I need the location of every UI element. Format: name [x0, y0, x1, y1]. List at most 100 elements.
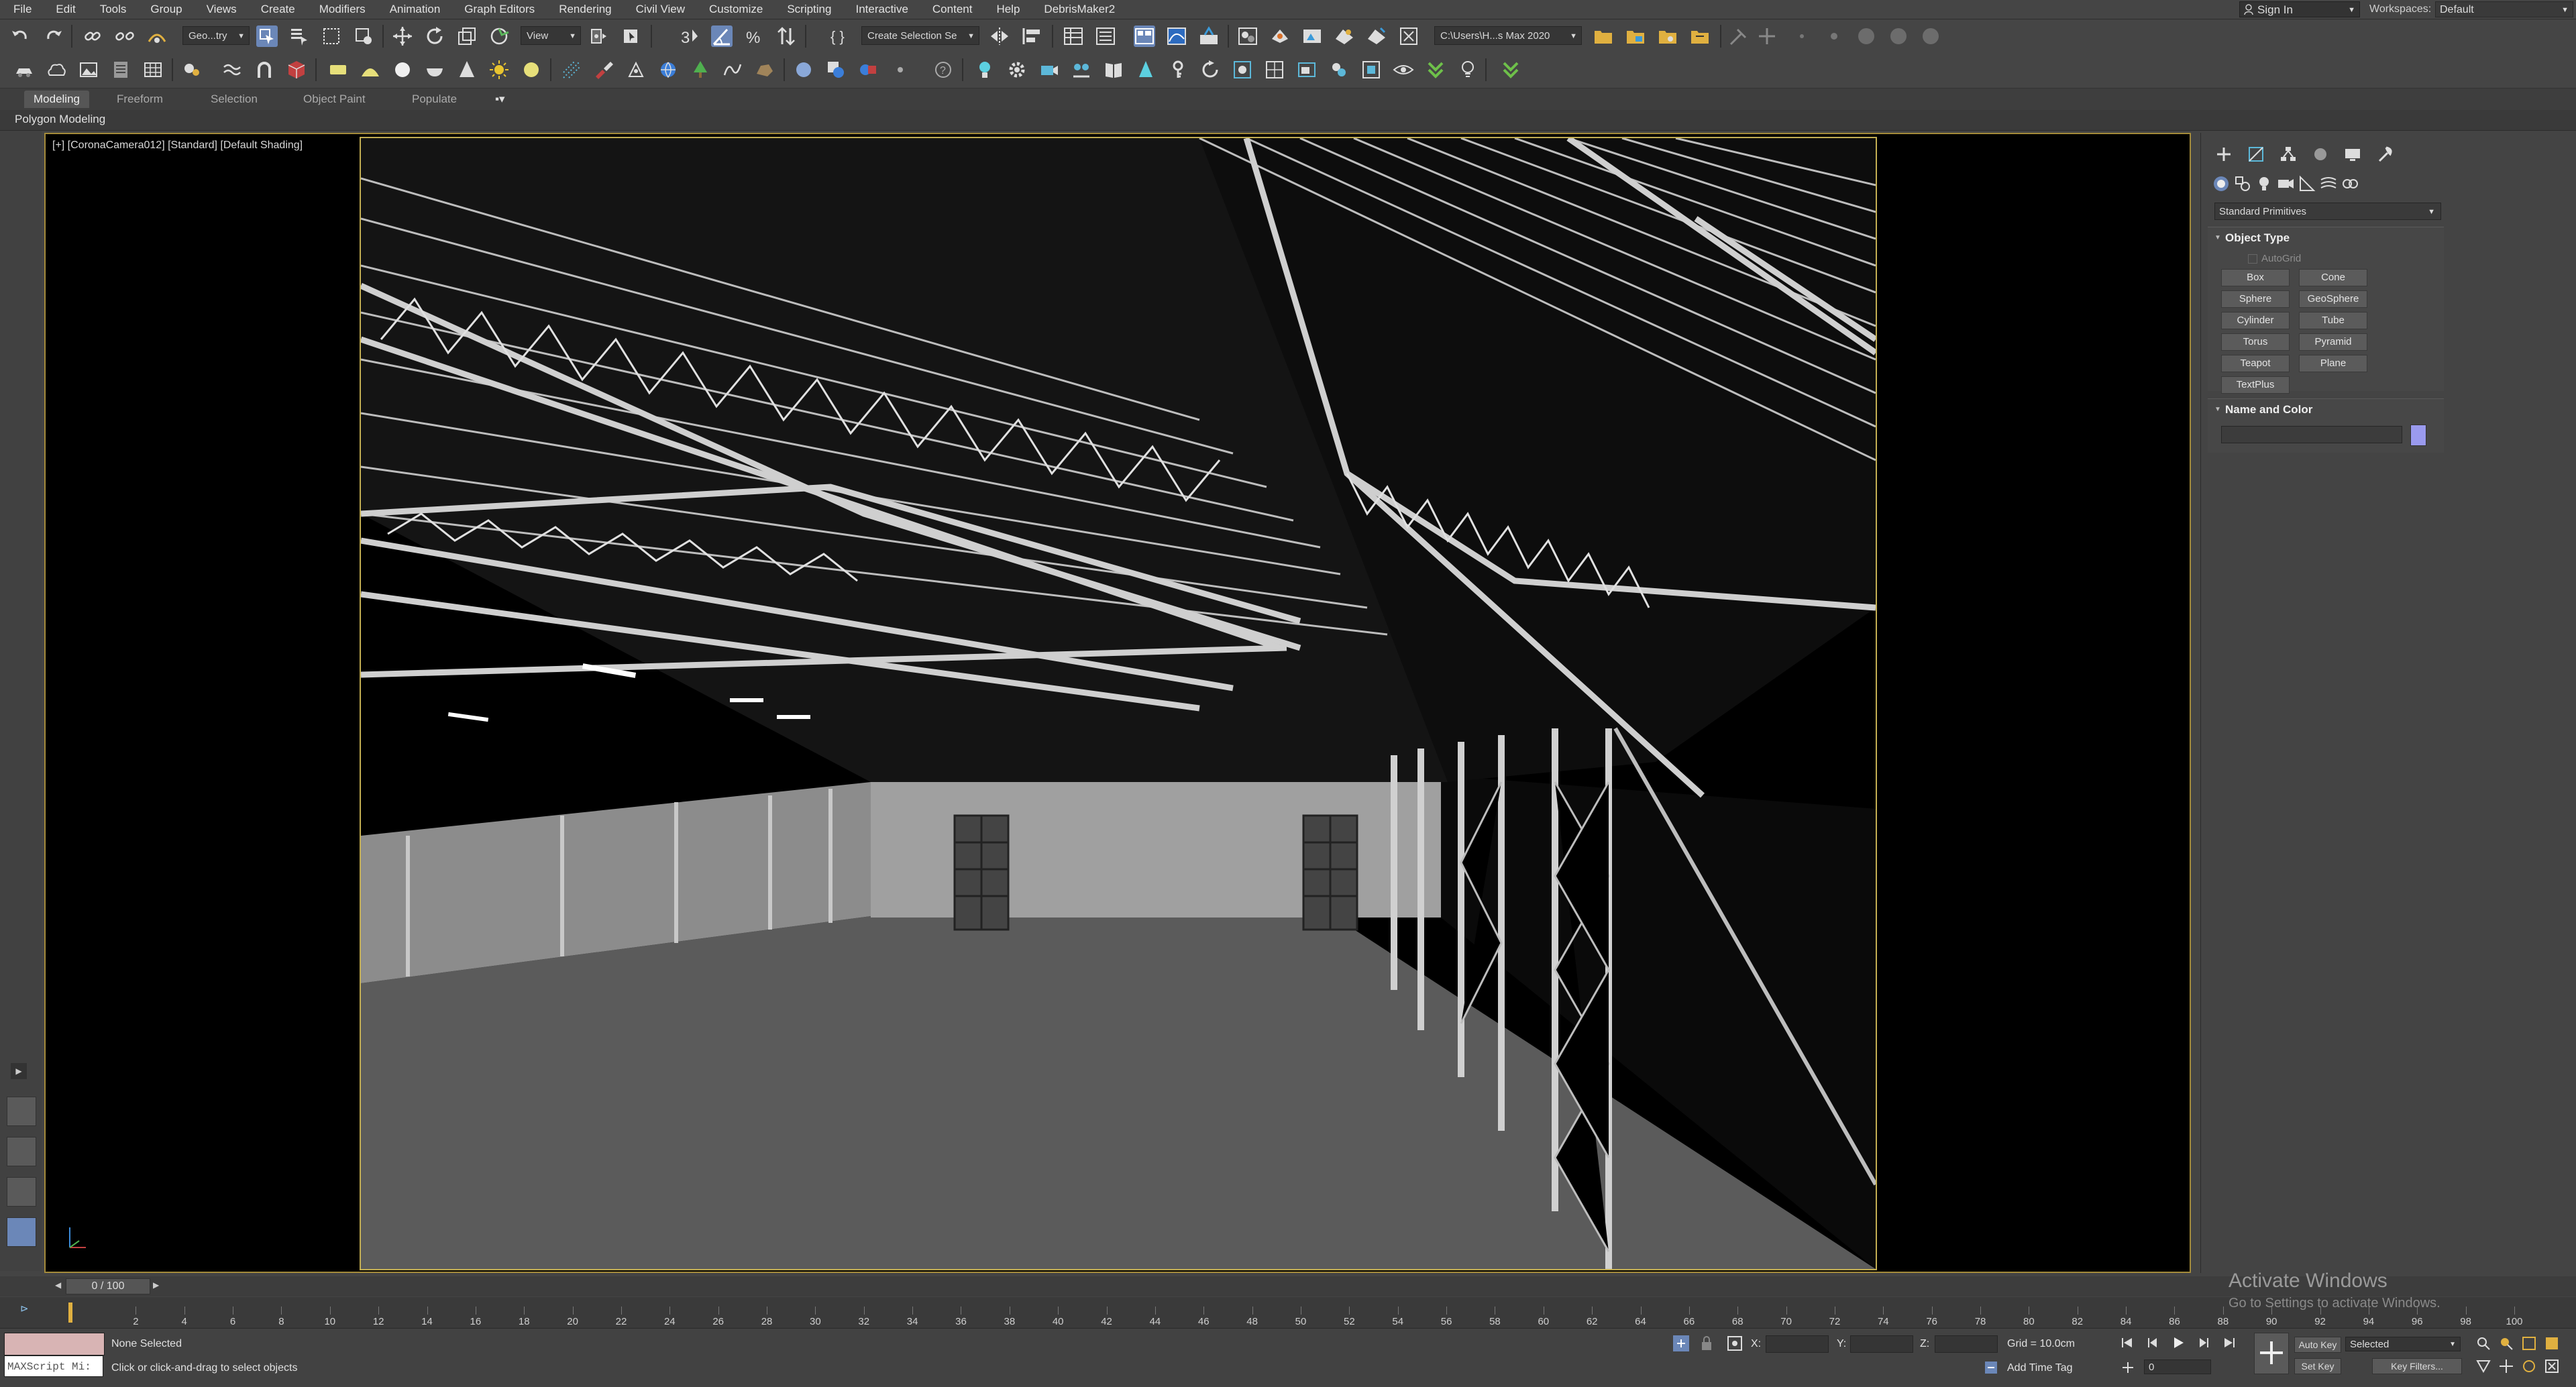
z-coordinate-field[interactable]	[1935, 1335, 1998, 1353]
percent-snap-icon[interactable]: %	[743, 25, 765, 47]
shapes-category-icon[interactable]	[2233, 174, 2252, 193]
horseshoe-icon[interactable]	[254, 59, 275, 80]
double-chevron-down-icon[interactable]	[1500, 59, 1521, 80]
plane-button[interactable]: Plane	[2299, 355, 2367, 372]
lights-category-icon[interactable]	[2255, 174, 2273, 193]
tab-modeling[interactable]: Modeling	[24, 91, 89, 108]
key-icon[interactable]	[1167, 59, 1189, 80]
render-setup-icon[interactable]	[1269, 25, 1291, 47]
primitive-category-dropdown[interactable]: Standard Primitives ▼	[2214, 203, 2441, 220]
dot-small-icon[interactable]	[1791, 25, 1813, 47]
project-settings-icon[interactable]	[1657, 25, 1678, 47]
sheet-icon[interactable]	[110, 59, 131, 80]
tube-button[interactable]: Tube	[2299, 312, 2367, 329]
dot-small-icon[interactable]	[890, 59, 911, 80]
y-coordinate-field[interactable]	[1850, 1335, 1913, 1353]
workspace-select[interactable]: Default ▼	[2435, 1, 2573, 17]
geosphere-button[interactable]: GeoSphere	[2299, 290, 2367, 308]
help-icon[interactable]: ?	[932, 59, 954, 80]
rock-icon[interactable]	[754, 59, 775, 80]
frame-buffer-icon[interactable]	[1264, 59, 1285, 80]
spinner-snap-icon[interactable]	[775, 25, 797, 47]
menu-item-help[interactable]: Help	[987, 0, 1034, 19]
object-color-swatch[interactable]	[2410, 425, 2426, 446]
maximize-viewport-icon[interactable]	[2544, 1358, 2560, 1374]
circle-button-icon[interactable]	[1856, 25, 1877, 47]
track-bar[interactable]: ⊳ 2 4 6 8 10 12 14 16 18 20 22 24 26 28 30 32 34 36 38 40 42…	[0, 1297, 2576, 1329]
mirror-icon[interactable]	[989, 25, 1010, 47]
time-prev-arrow-icon[interactable]: ◀	[55, 1280, 61, 1290]
hierarchy-tab-icon[interactable]	[2279, 145, 2298, 164]
utilities-tab-icon[interactable]	[2375, 145, 2394, 164]
helpers-category-icon[interactable]	[2298, 174, 2316, 193]
dotted-grid-icon[interactable]	[561, 59, 582, 80]
menu-item-civil-view[interactable]: Civil View	[627, 0, 700, 19]
tab-selection[interactable]: Selection	[201, 91, 267, 108]
absolute-mode-icon[interactable]	[1725, 1334, 1744, 1353]
select-and-manipulate-icon[interactable]	[620, 25, 641, 47]
time-slider-thumb[interactable]: 0 / 100	[66, 1278, 150, 1294]
menu-item-graph-editors[interactable]: Graph Editors	[455, 0, 549, 19]
link-icon[interactable]	[82, 25, 103, 47]
menu-item-edit[interactable]: Edit	[46, 0, 90, 19]
time-config-icon[interactable]	[2120, 1360, 2136, 1376]
add-time-tag-button[interactable]: Add Time Tag	[2007, 1362, 2073, 1374]
cone-button[interactable]: Cone	[2299, 269, 2367, 286]
tree-icon[interactable]	[690, 59, 711, 80]
auto-key-mode-dropdown[interactable]: Selected ▼	[2345, 1337, 2461, 1351]
cameras-category-icon[interactable]	[2276, 174, 2295, 193]
teapot-button[interactable]: Teapot	[2221, 355, 2290, 372]
lock-icon[interactable]	[1697, 1334, 1716, 1353]
open-project-icon[interactable]	[1593, 25, 1614, 47]
scene-explorer-icon[interactable]	[1063, 25, 1084, 47]
rendered-frame-window-icon[interactable]	[1301, 25, 1323, 47]
wire-icon[interactable]	[722, 59, 743, 80]
cube-red-icon[interactable]	[286, 59, 307, 80]
globe-icon[interactable]	[657, 59, 679, 80]
menu-item-scripting[interactable]: Scripting	[777, 0, 846, 19]
auto-key-button[interactable]: Auto Key	[2294, 1337, 2341, 1353]
viewport-label[interactable]: [+] [CoronaCamera012] [Standard] [Defaul…	[52, 140, 303, 152]
render-frame-icon[interactable]	[1398, 25, 1419, 47]
scatter-icon[interactable]	[625, 59, 647, 80]
menu-item-content[interactable]: Content	[923, 0, 987, 19]
rotate-icon[interactable]	[424, 25, 445, 47]
wave-tool-icon[interactable]	[221, 59, 243, 80]
previous-frame-icon[interactable]	[2145, 1335, 2160, 1350]
sun-icon[interactable]	[488, 59, 510, 80]
object-type-header[interactable]: ▼ Object Type	[2208, 227, 2444, 247]
material-editor-icon[interactable]	[1237, 25, 1258, 47]
render-settings-icon[interactable]	[1232, 59, 1253, 80]
select-by-name-icon[interactable]	[288, 25, 310, 47]
menu-item-customize[interactable]: Customize	[700, 0, 777, 19]
isolate-selection-icon[interactable]	[1672, 1334, 1690, 1353]
next-frame-icon[interactable]	[2196, 1335, 2211, 1350]
light-bulb-icon[interactable]	[974, 59, 996, 80]
tab-populate[interactable]: Populate	[402, 91, 466, 108]
menu-item-animation[interactable]: Animation	[380, 0, 455, 19]
cloud-icon[interactable]	[46, 59, 67, 80]
create-tab-icon[interactable]	[2214, 145, 2233, 164]
move-icon[interactable]	[392, 25, 413, 47]
book-icon[interactable]	[1103, 59, 1124, 80]
layout-button-active[interactable]	[7, 1217, 36, 1247]
key-filters-button[interactable]: Key Filters...	[2372, 1358, 2462, 1374]
grid-table-icon[interactable]	[142, 59, 164, 80]
menu-item-file[interactable]: File	[4, 0, 46, 19]
expand-arrow-icon[interactable]: ▶	[11, 1063, 27, 1079]
zoom-extents-icon[interactable]	[2521, 1335, 2537, 1351]
cone-icon[interactable]	[456, 59, 478, 80]
align-icon[interactable]	[1021, 25, 1042, 47]
scale-icon[interactable]	[456, 25, 478, 47]
polygon-modeling-label[interactable]: Polygon Modeling	[15, 113, 105, 126]
torus-button[interactable]: Torus	[2221, 333, 2290, 351]
orbit-icon[interactable]	[2521, 1358, 2537, 1374]
cylinder-button[interactable]: Cylinder	[2221, 312, 2290, 329]
pyramid-button[interactable]: Pyramid	[2299, 333, 2367, 351]
frame-icon[interactable]	[1360, 59, 1382, 80]
maxscript-mini-input[interactable]: MAXScript Mi:	[4, 1355, 103, 1377]
x-coordinate-field[interactable]	[1766, 1335, 1829, 1353]
save-project-icon[interactable]	[1625, 25, 1646, 47]
render-production-icon[interactable]	[1334, 25, 1355, 47]
motion-tab-icon[interactable]	[2311, 145, 2330, 164]
